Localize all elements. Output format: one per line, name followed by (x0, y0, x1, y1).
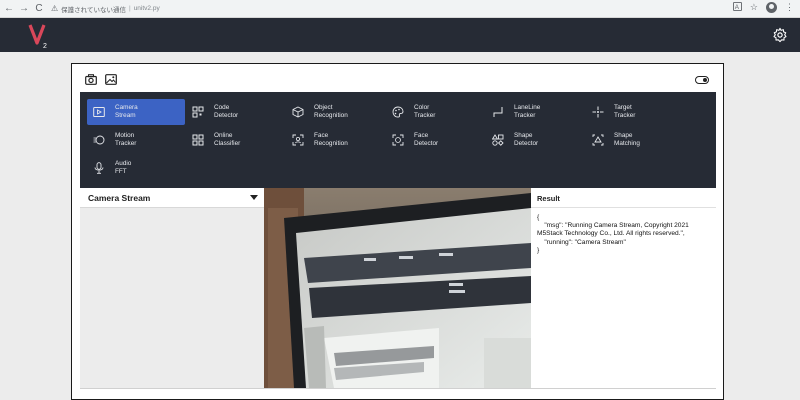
card-toolbar (72, 64, 723, 93)
menu-item-label: Camera Stream (115, 104, 138, 119)
app-header: 2 (0, 18, 800, 52)
face-recognition-icon (292, 134, 304, 146)
menu-item-label: Shape Detector (514, 132, 539, 147)
menu-item-shape-detector[interactable]: Shape Detector (486, 127, 584, 153)
menu-item-label: Object Recognition (314, 104, 348, 119)
translate-icon[interactable]: A (732, 2, 742, 13)
camera-icon[interactable] (85, 74, 97, 85)
function-menu: Camera Stream Code Detector Object Recog… (80, 92, 716, 188)
toggle-switch[interactable] (695, 76, 709, 84)
menu-item-label: Face Detector (414, 132, 439, 147)
menu-item-code-detector[interactable]: Code Detector (186, 99, 284, 125)
result-title: Result (531, 188, 716, 208)
control-panel (80, 208, 264, 388)
cube-icon (292, 106, 304, 118)
menu-item-camera-stream[interactable]: Camera Stream (87, 99, 185, 125)
url-text: unitv2.py (133, 5, 160, 12)
result-output: { "msg": "Running Camera Stream, Copyrig… (531, 208, 716, 388)
camera-stream-icon (93, 107, 105, 117)
shape-matching-icon (592, 134, 604, 146)
menu-item-label: LaneLine Tracker (514, 104, 541, 119)
menu-dots-icon[interactable]: ⋮ (785, 2, 794, 13)
palette-icon (392, 106, 404, 118)
browser-toolbar: ← → C ⚠ 保護されていない通信 | unitv2.py A ☆ ⋮ (0, 0, 800, 18)
menu-item-label: Target Tracker (614, 104, 636, 119)
menu-item-label: Face Recognition (314, 132, 348, 147)
menu-item-label: Color Tracker (414, 104, 436, 119)
menu-item-label: Audio FFT (115, 160, 132, 175)
camera-stream-view (264, 188, 531, 388)
security-status: 保護されていない通信 (61, 6, 126, 14)
menu-item-face-detector[interactable]: Face Detector (386, 127, 484, 153)
lane-line-icon (493, 107, 503, 117)
warning-icon: ⚠ (51, 4, 59, 13)
app-logo[interactable]: 2 (28, 21, 50, 49)
chevron-down-icon (250, 195, 258, 200)
qr-code-icon (192, 106, 204, 118)
menu-item-online-classifier[interactable]: Online Classifier (186, 127, 284, 153)
function-select-value: Camera Stream (88, 192, 151, 203)
menu-item-color-tracker[interactable]: Color Tracker (386, 99, 484, 125)
menu-item-label: Code Detector (214, 104, 239, 119)
shapes-icon (492, 134, 504, 146)
logo-subscript: 2 (43, 43, 47, 49)
gear-icon[interactable] (772, 27, 788, 43)
menu-item-motion-tracker[interactable]: Motion Tracker (87, 127, 185, 153)
menu-item-object-recognition[interactable]: Object Recognition (286, 99, 384, 125)
profile-icon[interactable] (766, 2, 777, 13)
menu-item-audio-fft[interactable]: Audio FFT (87, 155, 185, 181)
function-select[interactable]: Camera Stream (80, 188, 264, 208)
forward-button[interactable]: → (18, 2, 30, 16)
menu-item-shape-matching[interactable]: Shape Matching (586, 127, 684, 153)
camera-frame-image (264, 188, 531, 388)
reload-button[interactable]: C (33, 2, 45, 16)
address-separator: | (128, 5, 131, 12)
menu-item-face-recognition[interactable]: Face Recognition (286, 127, 384, 153)
crosshair-icon (592, 106, 604, 118)
face-detector-icon (392, 134, 404, 146)
menu-item-label: Motion Tracker (115, 132, 137, 147)
image-icon[interactable] (105, 74, 117, 85)
menu-item-target-tracker[interactable]: Target Tracker (586, 99, 684, 125)
menu-item-label: Shape Matching (614, 132, 640, 147)
back-button[interactable]: ← (3, 2, 15, 16)
motion-icon (93, 135, 105, 145)
menu-item-label: Online Classifier (214, 132, 241, 147)
browser-actions: A ☆ ⋮ (732, 2, 794, 13)
address-bar[interactable]: ⚠ 保護されていない通信 | unitv2.py (51, 4, 160, 14)
star-icon[interactable]: ☆ (750, 2, 758, 13)
main-card: Camera Stream Code Detector Object Recog… (71, 63, 724, 400)
microphone-icon (94, 162, 104, 174)
menu-item-laneline-tracker[interactable]: LaneLine Tracker (486, 99, 584, 125)
grid-icon (192, 134, 204, 146)
footer-divider (80, 388, 716, 389)
svg-text:A: A (735, 4, 740, 11)
